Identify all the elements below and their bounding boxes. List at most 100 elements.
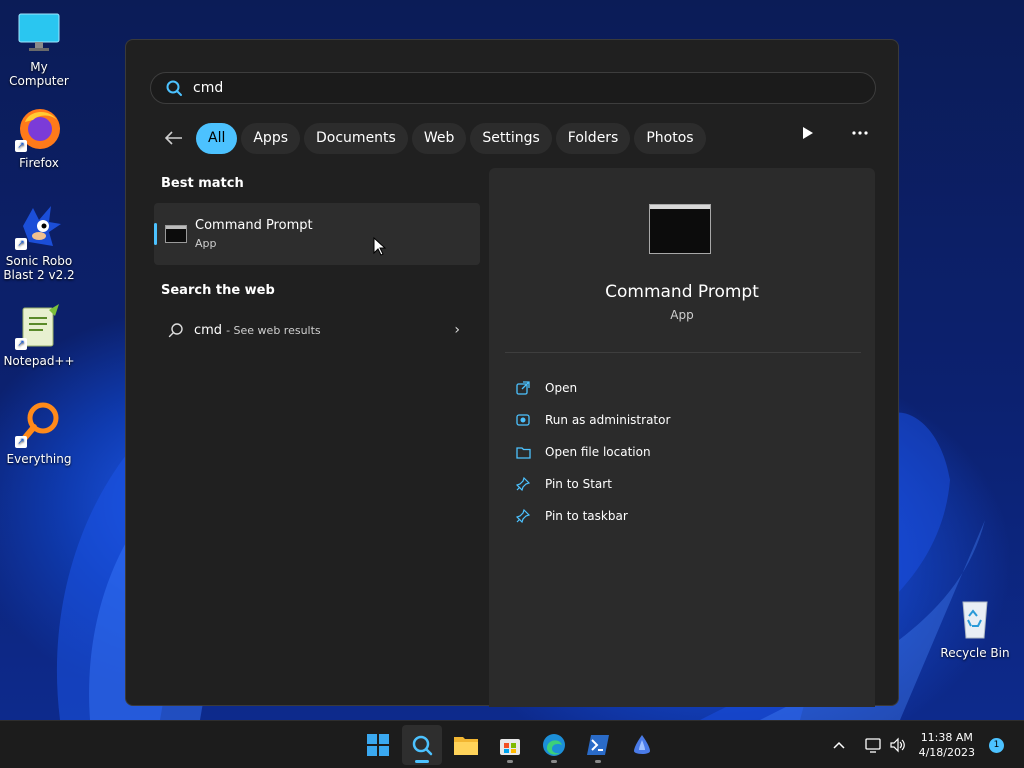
- taskbar-app[interactable]: [622, 725, 662, 765]
- shortcut-arrow-icon: ↗: [15, 338, 27, 350]
- taskbar: 11:38 AM 4/18/2023 1: [0, 720, 1024, 768]
- detail-app-name: Command Prompt: [605, 282, 759, 302]
- web-search-result[interactable]: cmd - See web results ›: [154, 318, 480, 342]
- volume-icon: [889, 737, 905, 753]
- shortcut-arrow-icon: ↗: [15, 140, 27, 152]
- pin-icon: [515, 508, 531, 524]
- recycle-bin-icon: [951, 594, 999, 642]
- firefox-icon: ↗: [15, 104, 63, 152]
- desktop-icon-sonic[interactable]: ↗ Sonic Robo Blast 2 v2.2: [1, 202, 77, 282]
- best-match-result[interactable]: Command Prompt App: [154, 203, 480, 265]
- back-button[interactable]: [162, 126, 186, 150]
- action-pin-to-taskbar[interactable]: Pin to taskbar: [515, 500, 670, 532]
- clock[interactable]: 11:38 AM 4/18/2023: [919, 730, 975, 760]
- action-open-file-location[interactable]: Open file location: [515, 436, 670, 468]
- action-label: Open: [545, 381, 578, 395]
- shortcut-arrow-icon: ↗: [15, 238, 27, 250]
- divider: [505, 352, 861, 353]
- taskbar-store[interactable]: [490, 725, 530, 765]
- start-button[interactable]: [358, 725, 398, 765]
- best-match-heading: Best match: [161, 176, 244, 191]
- system-tray: 11:38 AM 4/18/2023 1: [831, 721, 1024, 768]
- desktop-icon-firefox[interactable]: ↗ Firefox: [1, 104, 77, 170]
- panel-tools: [802, 126, 868, 140]
- network-icon: [864, 738, 881, 753]
- web-results-suffix: - See web results: [226, 323, 321, 337]
- desktop-icon-recycle-bin[interactable]: Recycle Bin: [937, 594, 1013, 660]
- desktop-icon-my-computer[interactable]: My Computer: [1, 8, 77, 88]
- search-icon: [168, 323, 183, 338]
- taskbar-edge[interactable]: [534, 725, 574, 765]
- shortcut-arrow-icon: ↗: [15, 436, 27, 448]
- search-icon: [166, 80, 182, 96]
- selection-indicator: [154, 223, 157, 245]
- quick-settings[interactable]: [864, 737, 907, 753]
- results-list: Best match Command Prompt App Search the…: [154, 176, 480, 342]
- pin-icon: [515, 476, 531, 492]
- running-indicator: [551, 760, 557, 763]
- file-explorer-icon: [454, 737, 478, 755]
- detail-pane: Command Prompt App Open Run as administr…: [489, 168, 875, 707]
- clock-date: 4/18/2023: [918, 746, 975, 759]
- desktop-icon-label: Everything: [6, 452, 72, 466]
- desktop-icon-notepadpp[interactable]: ↗ Notepad++: [1, 302, 77, 368]
- filter-web[interactable]: Web: [411, 122, 467, 154]
- search-icon: [412, 735, 433, 756]
- edge-icon: [543, 734, 565, 756]
- action-run-as-admin[interactable]: Run as administrator: [515, 404, 670, 436]
- running-indicator: [595, 760, 601, 763]
- desktop-icon-label: Recycle Bin: [940, 646, 1010, 660]
- taskbar-powershell[interactable]: [578, 725, 618, 765]
- clock-time: 11:38 AM: [920, 731, 973, 744]
- desktop-icon-label: My Computer: [9, 60, 69, 88]
- taskbar-search-button[interactable]: [402, 725, 442, 765]
- everything-icon: ↗: [15, 400, 63, 448]
- result-type: App: [195, 237, 217, 250]
- search-box[interactable]: [150, 72, 876, 104]
- action-label: Run as administrator: [545, 413, 671, 427]
- filter-apps[interactable]: Apps: [241, 122, 301, 154]
- app-icon: [634, 735, 650, 754]
- filter-photos[interactable]: Photos: [634, 122, 706, 154]
- more-options-icon[interactable]: [852, 131, 868, 135]
- folder-icon: [515, 444, 531, 460]
- action-pin-to-start[interactable]: Pin to Start: [515, 468, 670, 500]
- filter-all[interactable]: All: [196, 122, 238, 154]
- active-indicator: [415, 760, 429, 763]
- filter-bar: All Apps Documents Web Settings Folders …: [162, 122, 710, 154]
- filter-folders[interactable]: Folders: [555, 122, 631, 154]
- desktop-icon-label: Sonic Robo Blast 2 v2.2: [3, 254, 75, 282]
- search-web-heading: Search the web: [161, 283, 275, 298]
- search-panel: All Apps Documents Web Settings Folders …: [125, 39, 899, 707]
- start-icon: [367, 734, 389, 756]
- sonic-icon: ↗: [15, 202, 63, 250]
- powershell-icon: [587, 735, 609, 755]
- action-open[interactable]: Open: [515, 372, 670, 404]
- running-indicator: [507, 760, 513, 763]
- admin-shield-icon: [515, 412, 531, 428]
- notepadpp-icon: ↗: [15, 302, 63, 350]
- taskbar-file-explorer[interactable]: [446, 725, 486, 765]
- mouse-cursor-icon: [373, 237, 387, 256]
- command-prompt-icon: [649, 204, 711, 254]
- detail-app-type: App: [670, 308, 694, 322]
- action-label: Open file location: [545, 445, 651, 459]
- filter-settings[interactable]: Settings: [470, 122, 552, 154]
- monitor-icon: [15, 8, 63, 56]
- notification-badge[interactable]: 1: [989, 737, 1004, 753]
- chevron-up-icon[interactable]: [831, 737, 847, 753]
- open-external-icon: [515, 380, 531, 396]
- play-icon[interactable]: [802, 126, 814, 140]
- desktop-icon-label: Notepad++: [3, 354, 75, 368]
- desktop-icon-everything[interactable]: ↗ Everything: [1, 400, 77, 466]
- taskbar-apps: [358, 725, 662, 765]
- desktop-icon-label: Firefox: [19, 156, 59, 170]
- detail-actions: Open Run as administrator Open file loca…: [515, 372, 670, 532]
- back-arrow-icon: [165, 131, 182, 145]
- search-input[interactable]: [193, 80, 793, 96]
- filter-documents[interactable]: Documents: [304, 122, 408, 154]
- chevron-right-icon: ›: [454, 322, 460, 338]
- command-prompt-icon: [165, 225, 187, 243]
- action-label: Pin to Start: [545, 477, 612, 491]
- action-label: Pin to taskbar: [545, 509, 628, 523]
